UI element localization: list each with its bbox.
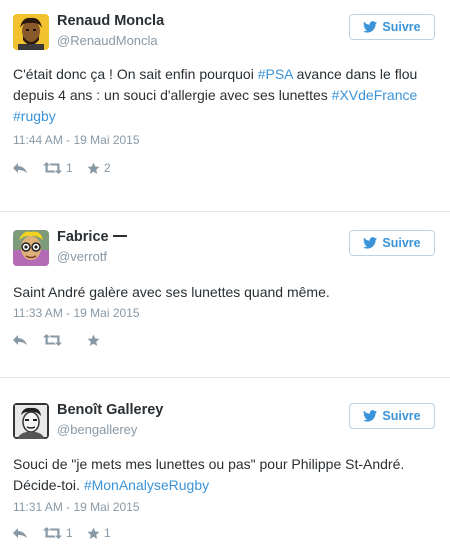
divider bbox=[0, 211, 450, 212]
reply-button[interactable] bbox=[13, 527, 43, 539]
favorite-button[interactable]: 2 bbox=[87, 161, 111, 175]
tweet-text: Saint André galère avec ses lunettes qua… bbox=[13, 284, 330, 300]
tweet-text: Souci de "je mets mes lunettes ou pas" p… bbox=[13, 456, 405, 493]
tweet-timestamp[interactable]: 11:33 AM - 19 Mai 2015 bbox=[13, 306, 140, 320]
star-icon bbox=[87, 162, 100, 174]
reply-icon bbox=[13, 162, 27, 173]
follow-label: Suivre bbox=[382, 20, 421, 34]
tweet-timestamp[interactable]: 11:44 AM - 19 Mai 2015 bbox=[13, 133, 140, 147]
reply-button[interactable] bbox=[13, 334, 43, 346]
hashtag-link[interactable]: #PSA bbox=[258, 66, 293, 82]
hashtag-link[interactable]: #XVdeFrance bbox=[332, 87, 418, 103]
tweet-card: Fabrice @verrotf Suivre Saint André galè… bbox=[0, 229, 450, 350]
retweet-icon bbox=[43, 162, 62, 174]
favorite-count: 2 bbox=[104, 161, 111, 175]
tweet-actions bbox=[13, 332, 104, 348]
retweet-button[interactable] bbox=[43, 334, 87, 346]
tweet-timestamp[interactable]: 11:31 AM - 19 Mai 2015 bbox=[13, 500, 140, 514]
avatar[interactable] bbox=[13, 230, 49, 266]
tweet-text: C'était donc ça ! On sait enfin pourquoi… bbox=[13, 66, 418, 124]
retweet-icon bbox=[43, 527, 62, 539]
retweet-count: 1 bbox=[66, 526, 73, 540]
user-handle[interactable]: @verrotf bbox=[57, 249, 107, 264]
user-handle[interactable]: @RenaudMoncla bbox=[57, 33, 158, 48]
star-icon bbox=[87, 334, 100, 346]
favorite-button[interactable]: 1 bbox=[87, 526, 111, 540]
follow-button[interactable]: Suivre bbox=[349, 403, 435, 429]
tweet-actions: 1 1 bbox=[13, 525, 111, 541]
follow-button[interactable]: Suivre bbox=[349, 14, 435, 40]
favorite-count: 1 bbox=[104, 526, 111, 540]
follow-label: Suivre bbox=[382, 236, 421, 250]
retweet-button[interactable]: 1 bbox=[43, 161, 87, 175]
favorite-button[interactable] bbox=[87, 334, 104, 347]
star-icon bbox=[87, 527, 100, 539]
retweet-button[interactable]: 1 bbox=[43, 526, 87, 540]
display-name[interactable]: Benoît Gallerey bbox=[57, 402, 163, 418]
reply-icon bbox=[13, 334, 27, 345]
divider bbox=[0, 377, 450, 378]
display-name[interactable]: Fabrice bbox=[57, 229, 127, 245]
avatar[interactable] bbox=[13, 403, 49, 439]
user-handle[interactable]: @bengallerey bbox=[57, 422, 137, 437]
reply-icon bbox=[13, 527, 27, 538]
retweet-icon bbox=[43, 334, 62, 346]
twitter-bird-icon bbox=[363, 410, 378, 422]
display-name[interactable]: Renaud Moncla bbox=[57, 13, 164, 29]
follow-button[interactable]: Suivre bbox=[349, 230, 435, 256]
retweet-count: 1 bbox=[66, 161, 73, 175]
hashtag-link[interactable]: #rugby bbox=[13, 108, 56, 124]
hashtag-link[interactable]: #MonAnalyseRugby bbox=[84, 477, 209, 493]
follow-label: Suivre bbox=[382, 409, 421, 423]
reply-button[interactable] bbox=[13, 162, 43, 174]
tweet-actions: 1 2 bbox=[13, 160, 111, 176]
tweet-card: Benoît Gallerey @bengallerey Suivre Souc… bbox=[0, 402, 450, 545]
tweet-card: Renaud Moncla @RenaudMoncla Suivre C'éta… bbox=[0, 13, 450, 184]
twitter-bird-icon bbox=[363, 21, 378, 33]
twitter-bird-icon bbox=[363, 237, 378, 249]
avatar[interactable] bbox=[13, 14, 49, 50]
name-dash bbox=[112, 235, 127, 238]
